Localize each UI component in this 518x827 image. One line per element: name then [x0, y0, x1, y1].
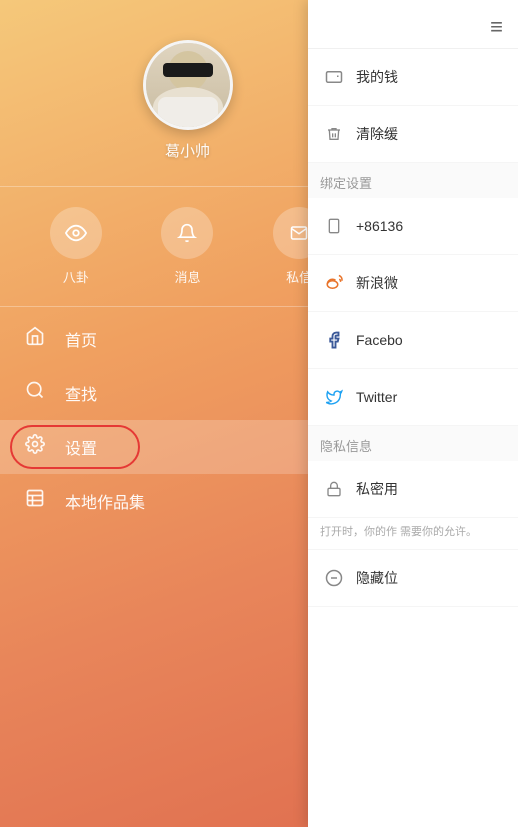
nav-settings-label: 设置 [65, 435, 97, 459]
gossip-label: 八卦 [63, 267, 89, 286]
twitter-label: Twitter [356, 389, 397, 405]
privacy-desc-text: 打开时，你的作 需要你的允许。 [320, 526, 477, 538]
message-label: 消息 [174, 267, 200, 286]
cache-label: 清除缓 [356, 124, 398, 144]
menu-private-user[interactable]: 私密用 [308, 461, 518, 518]
weibo-icon [320, 269, 348, 297]
avatar-shirt [158, 97, 218, 127]
avatar-image [146, 43, 230, 127]
trash-icon [320, 120, 348, 148]
menu-wallet[interactable]: 我的钱 [308, 49, 518, 106]
wallet-label: 我的钱 [356, 67, 398, 87]
gossip-circle [50, 207, 102, 259]
minus-circle-icon [320, 564, 348, 592]
weibo-label: 新浪微 [356, 273, 398, 293]
nav-home-label: 首页 [65, 327, 97, 351]
settings-icon [25, 434, 53, 460]
menu-phone[interactable]: +86136 [308, 198, 518, 255]
menu-facebook[interactable]: Facebo [308, 312, 518, 369]
action-gossip[interactable]: 八卦 [50, 207, 102, 286]
username[interactable]: 葛小帅 [165, 140, 210, 161]
bell-icon [177, 222, 197, 244]
nav-local-label: 本地作品集 [65, 489, 145, 513]
hidden-label: 隐藏位 [356, 568, 398, 588]
action-message[interactable]: 消息 [161, 207, 213, 286]
privacy-section-header: 隐私信息 [308, 426, 518, 461]
bind-section-header: 绑定设置 [308, 163, 518, 198]
mail-icon [288, 224, 310, 242]
privacy-description: 打开时，你的作 需要你的允许。 [308, 518, 518, 550]
twitter-icon [320, 383, 348, 411]
hamburger-icon[interactable]: ≡ [490, 16, 503, 38]
menu-cache[interactable]: 清除缓 [308, 106, 518, 163]
local-icon [25, 488, 53, 514]
wallet-icon [320, 63, 348, 91]
home-icon [25, 326, 53, 352]
facebook-label: Facebo [356, 332, 403, 348]
menu-twitter[interactable]: Twitter [308, 369, 518, 426]
nav-search-label: 查找 [65, 381, 97, 405]
right-panel: ≡ 我的钱 清除缓 绑定设置 [308, 0, 518, 827]
bind-section-title: 绑定设置 [320, 176, 372, 191]
menu-hidden[interactable]: 隐藏位 [308, 550, 518, 607]
lock-icon [320, 475, 348, 503]
message-circle [161, 207, 213, 259]
search-icon [25, 380, 53, 406]
facebook-icon [320, 326, 348, 354]
avatar-glasses [163, 63, 213, 77]
menu-weibo[interactable]: 新浪微 [308, 255, 518, 312]
avatar[interactable] [143, 40, 233, 130]
privacy-section-title: 隐私信息 [320, 439, 372, 454]
right-header: ≡ [308, 0, 518, 49]
phone-label: +86136 [356, 218, 403, 234]
phone-icon [320, 212, 348, 240]
private-user-label: 私密用 [356, 479, 398, 499]
eye-icon [65, 222, 87, 244]
